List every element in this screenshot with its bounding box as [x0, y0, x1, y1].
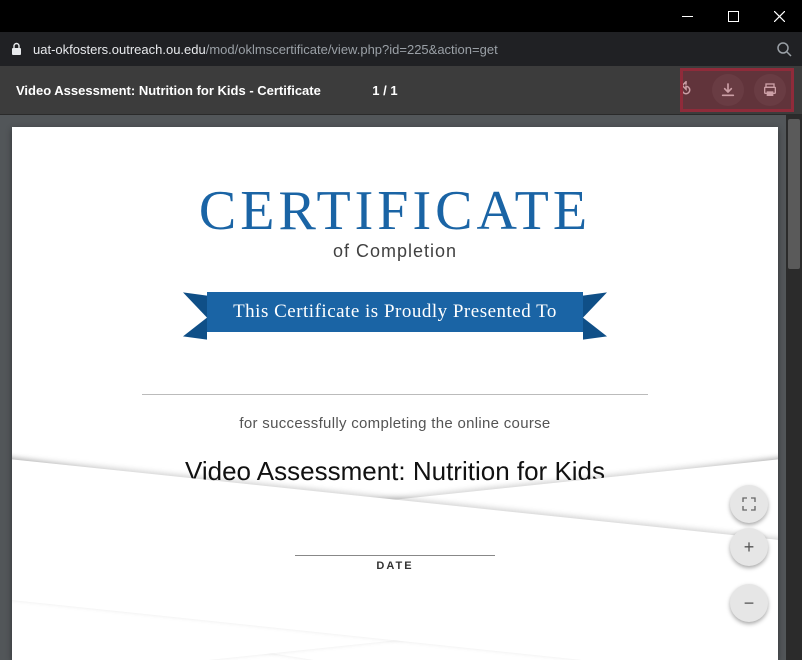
window-controls — [664, 0, 802, 32]
ribbon-text: This Certificate is Proudly Presented To — [207, 292, 583, 332]
scrollbar-track[interactable] — [786, 115, 802, 660]
minus-icon: − — [744, 593, 755, 614]
pdf-document-title: Video Assessment: Nutrition for Kids - C… — [16, 83, 321, 98]
zoom-controls: + − — [730, 528, 768, 622]
print-button[interactable] — [754, 74, 786, 106]
window-minimize-button[interactable] — [664, 0, 710, 32]
url-host: uat-okfosters.outreach.ou.edu — [33, 42, 206, 57]
maximize-icon — [728, 11, 739, 22]
pdf-page: CERTIFICATE of Completion This Certifica… — [12, 127, 778, 660]
fit-page-button[interactable] — [730, 485, 768, 523]
fit-icon — [741, 496, 757, 512]
date-row: DATE — [12, 555, 778, 572]
rotate-button[interactable] — [670, 74, 702, 106]
certificate: CERTIFICATE of Completion This Certifica… — [12, 179, 778, 660]
plus-icon: + — [744, 537, 755, 558]
url-path: /mod/oklmscertificate/view.php?id=225&ac… — [206, 42, 498, 57]
certificate-subheading: of Completion — [12, 241, 778, 262]
zoom-out-button[interactable]: − — [730, 584, 768, 622]
rotate-icon — [677, 81, 695, 99]
ribbon-tail-left — [183, 292, 207, 339]
search-button[interactable] — [776, 41, 792, 57]
ribbon-tail-right — [583, 292, 607, 339]
print-icon — [762, 82, 778, 98]
recipient-line — [142, 394, 648, 395]
minimize-icon — [682, 11, 693, 22]
pdf-viewport[interactable]: CERTIFICATE of Completion This Certifica… — [0, 114, 802, 660]
date-label: DATE — [295, 560, 495, 572]
zoom-in-button[interactable]: + — [730, 528, 768, 566]
window-close-button[interactable] — [756, 0, 802, 32]
certificate-footer-graphic — [12, 502, 778, 660]
address-bar[interactable]: uat-okfosters.outreach.ou.edu/mod/oklmsc… — [0, 32, 802, 66]
ribbon: This Certificate is Proudly Presented To — [12, 290, 778, 334]
window-titlebar — [0, 0, 802, 32]
lock-icon — [10, 42, 23, 56]
download-button[interactable] — [712, 74, 744, 106]
browser-window: uat-okfosters.outreach.ou.edu/mod/oklmsc… — [0, 0, 802, 660]
certificate-heading: CERTIFICATE — [12, 179, 778, 243]
download-icon — [720, 82, 736, 98]
page-indicator: 1 / 1 — [372, 83, 397, 98]
window-maximize-button[interactable] — [710, 0, 756, 32]
pdf-toolbar-actions — [670, 74, 786, 106]
close-icon — [774, 11, 785, 22]
scrollbar-thumb[interactable] — [788, 119, 800, 269]
pdf-toolbar: Video Assessment: Nutrition for Kids - C… — [0, 66, 802, 114]
search-icon — [776, 41, 792, 57]
completion-line: for successfully completing the online c… — [12, 415, 778, 432]
date-line — [295, 555, 495, 556]
